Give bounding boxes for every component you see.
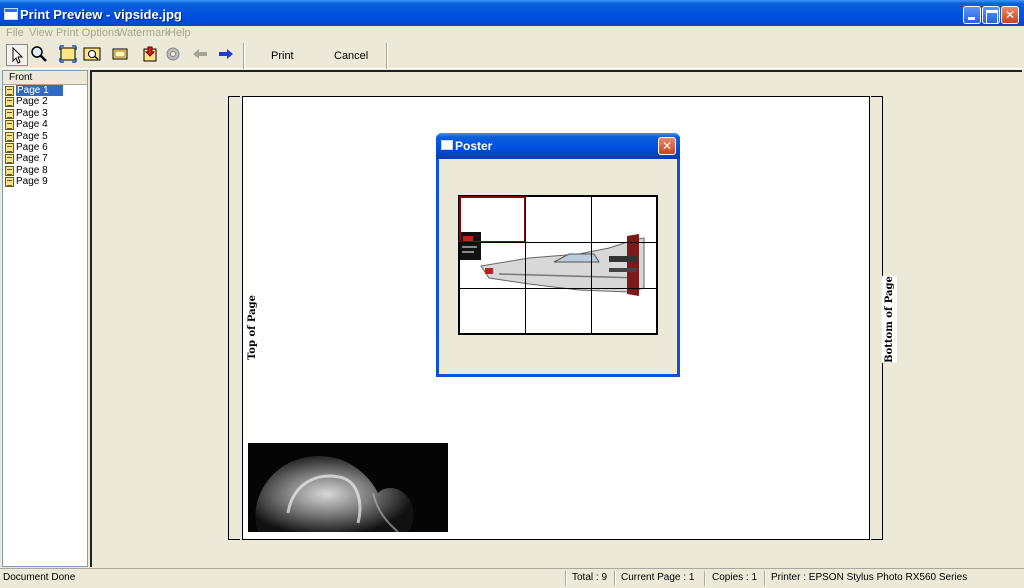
fit-page-tool[interactable] [58,44,80,66]
poster-tile[interactable] [591,242,657,289]
page-icon [5,142,14,153]
poster-tile-grid [458,195,658,335]
app-window-icon [4,8,18,20]
maximize-button[interactable] [982,6,1000,24]
arrow-left-icon [193,49,207,59]
page-list-item[interactable]: Page 5 [3,131,87,142]
page-icon [5,131,14,142]
toolbar: Print Cancel [0,41,1024,69]
page-list-item[interactable]: Page 7 [3,153,87,165]
window-title: Print Preview - vipside.jpg [20,7,182,22]
close-button[interactable]: ✕ [1001,6,1019,24]
menu-help[interactable]: Help [168,27,191,39]
menu-watermark[interactable]: Watermark [117,27,170,39]
poster-tile[interactable] [459,288,526,334]
top-of-page-bracket [228,96,240,540]
page-list-item[interactable]: Page 1 [3,85,87,96]
page-list-panel: Front Page 1 Page 2 Page 3 Page 4 Page 5… [2,70,88,567]
poster-tile[interactable] [591,288,657,334]
previous-page-button[interactable] [190,44,212,66]
dialog-window-icon [441,140,453,150]
menu-file[interactable]: File [6,27,24,39]
zoom-page-tool[interactable] [82,44,104,66]
page-icon [5,108,14,119]
zoom-page-icon [83,47,101,61]
magnifier-icon [31,46,47,62]
frame-icon [112,48,128,60]
frame-tool[interactable] [110,44,132,66]
poster-tile[interactable] [525,242,592,289]
cancel-button[interactable]: Cancel [334,50,368,62]
status-separator [614,571,616,586]
gear-icon [166,47,180,61]
page-list-item[interactable]: Page 9 [3,176,87,188]
poster-close-button[interactable]: ✕ [658,137,676,155]
top-of-page-label: Top of Page [244,295,260,360]
select-pointer-tool[interactable] [6,44,28,66]
print-button[interactable]: Print [271,50,294,62]
poster-dialog: Poster ✕ [436,133,680,377]
status-separator [704,571,706,586]
page-icon [5,177,14,188]
menu-print-options[interactable]: Print Options [56,27,120,39]
watermark-tool[interactable] [140,44,162,66]
status-total: Total : 9 [572,572,608,583]
poster-dialog-titlebar[interactable]: Poster ✕ [436,133,680,159]
page-icon [5,154,14,165]
menu-view[interactable]: View [29,27,53,39]
settings-tool[interactable] [163,44,185,66]
status-message: Document Done [3,572,76,583]
poster-tile[interactable] [459,242,526,289]
poster-dialog-title: Poster [455,139,493,153]
next-page-button[interactable] [216,44,238,66]
arrow-right-icon [219,49,233,59]
page-list-item[interactable]: Page 4 [3,119,87,131]
page-icon [5,165,14,176]
poster-tile[interactable] [591,196,657,243]
status-current-page: Current Page : 1 [621,572,695,583]
menu-bar: File View Print Options Watermark Help [0,26,1024,40]
page-icon [5,97,14,108]
toolbar-separator [386,43,388,69]
page-list-item[interactable]: Page 6 [3,142,87,153]
status-copies: Copies : 1 [712,572,758,583]
page-list-header[interactable]: Front [3,71,87,85]
page-photo [248,443,448,532]
page-list-item[interactable]: Page 3 [3,108,87,119]
fit-page-icon [59,45,77,63]
zoom-tool[interactable] [29,44,51,66]
poster-tile-selected[interactable] [459,196,526,243]
status-bar: Document Done Total : 9 Current Page : 1… [0,568,1024,588]
watermark-icon [143,46,157,62]
pointer-icon [12,46,24,64]
toolbar-separator [243,43,245,69]
poster-tile[interactable] [525,196,592,243]
status-separator [565,571,567,586]
page-icon [5,120,14,131]
bottom-of-page-label: Bottom of Page [881,276,897,363]
status-separator [764,571,766,586]
minimize-button[interactable] [963,6,981,24]
poster-tile[interactable] [525,288,592,334]
page-list-item[interactable]: Page 2 [3,96,87,108]
page-icon [5,86,14,96]
page-list-item[interactable]: Page 8 [3,165,87,176]
status-printer: Printer : EPSON Stylus Photo RX560 Serie… [771,572,968,583]
